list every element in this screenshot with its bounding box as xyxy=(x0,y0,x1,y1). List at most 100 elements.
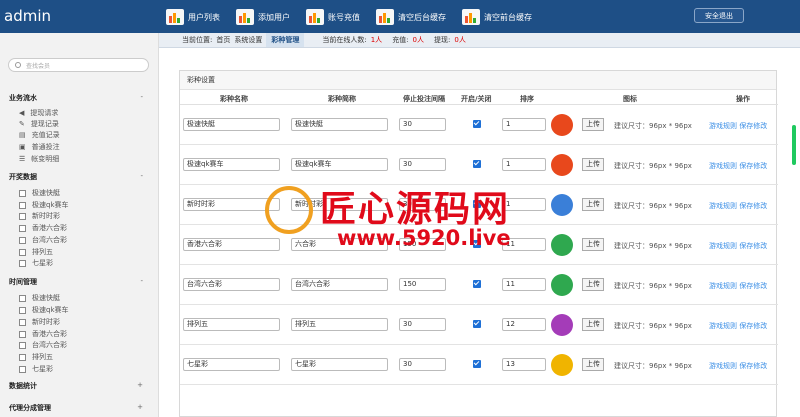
interval-input[interactable]: 150 xyxy=(399,278,446,291)
breadcrumb-home[interactable]: 首页 xyxy=(216,35,230,45)
save-link[interactable]: 保存修改 xyxy=(739,282,767,290)
sidebar-item-time-qk-racing[interactable]: 极速qk赛车 xyxy=(19,305,69,315)
sidebar-item-draw-tw-lhc[interactable]: 台湾六合彩 xyxy=(19,235,67,245)
sidebar-item-withdraw-request[interactable]: ◀ 提现请求 xyxy=(19,108,58,118)
sidebar-item-time-pl5[interactable]: 排列五 xyxy=(19,352,53,362)
name-input[interactable]: 新时时彩 xyxy=(183,198,280,211)
upload-button[interactable]: 上传 xyxy=(582,118,604,131)
upload-button[interactable]: 上传 xyxy=(582,238,604,251)
sidebar-section-draw-data[interactable]: 开奖数据 - xyxy=(9,172,143,182)
sidebar-item-time-qxc[interactable]: 七星彩 xyxy=(19,364,53,374)
grid-icon xyxy=(19,201,26,209)
breadcrumb-parent[interactable]: 系统设置 xyxy=(234,35,262,45)
save-link[interactable]: 保存修改 xyxy=(739,322,767,330)
nav-clear-frontend-cache[interactable]: 清空前台缓存 xyxy=(462,6,532,28)
sort-input[interactable]: 11 xyxy=(502,278,546,291)
size-hint: 建议尺寸：96px * 96px xyxy=(614,282,692,290)
nav-user-list[interactable]: 用户列表 xyxy=(166,6,220,28)
table-header: 彩种名称 彩种简称 停止投注间隔 开启/关闭 排序 图标 操作 xyxy=(180,91,778,105)
enabled-checkbox[interactable] xyxy=(473,240,481,248)
name-input[interactable]: 七星彩 xyxy=(183,358,280,371)
sidebar-item-recharge-records[interactable]: ▤ 充值记录 xyxy=(19,130,60,140)
interval-input[interactable]: 30 xyxy=(399,318,446,331)
nav-clear-backend-cache[interactable]: 清空后台缓存 xyxy=(376,6,446,28)
sidebar-item-draw-pl5[interactable]: 排列五 xyxy=(19,247,53,257)
sidebar-item-draw-qxc[interactable]: 七星彩 xyxy=(19,258,53,268)
logout-button[interactable]: 安全退出 xyxy=(694,8,744,23)
sidebar-item-withdraw-records[interactable]: ✎ 提现记录 xyxy=(19,119,59,129)
sidebar-section-statistics[interactable]: 数据统计 + xyxy=(9,381,143,391)
short-name-input[interactable]: 台湾六合彩 xyxy=(291,278,388,291)
name-input[interactable]: 香港六合彩 xyxy=(183,238,280,251)
enabled-checkbox[interactable] xyxy=(473,160,481,168)
save-link[interactable]: 保存修改 xyxy=(739,242,767,250)
sort-input[interactable]: 1 xyxy=(502,158,546,171)
sidebar-item-time-kuaiting[interactable]: 极速快艇 xyxy=(19,293,60,303)
section-title: 数据统计 xyxy=(9,382,37,390)
sidebar-item-time-tw-lhc[interactable]: 台湾六合彩 xyxy=(19,340,67,350)
save-link[interactable]: 保存修改 xyxy=(739,162,767,170)
breadcrumb-current: 彩种管理 xyxy=(266,33,305,47)
short-name-input[interactable]: 六合彩 xyxy=(291,238,388,251)
sidebar-item-account-changes[interactable]: ☰ 帐变明细 xyxy=(19,154,59,164)
grid-icon xyxy=(19,212,26,220)
game-rules-link[interactable]: 游戏规则 xyxy=(709,122,737,130)
interval-input[interactable]: 30 xyxy=(399,198,446,211)
name-input[interactable]: 排列五 xyxy=(183,318,280,331)
interval-input[interactable]: 150 xyxy=(399,238,446,251)
name-input[interactable]: 极速快艇 xyxy=(183,118,280,131)
game-rules-link[interactable]: 游戏规则 xyxy=(709,362,737,370)
nav-account-recharge[interactable]: 账号充值 xyxy=(306,6,360,28)
save-link[interactable]: 保存修改 xyxy=(739,202,767,210)
sidebar-item-draw-hk-lhc[interactable]: 香港六合彩 xyxy=(19,223,67,233)
enabled-checkbox[interactable] xyxy=(473,320,481,328)
sort-input[interactable]: 1 xyxy=(502,118,546,131)
sort-input[interactable]: 12 xyxy=(502,318,546,331)
game-rules-link[interactable]: 游戏规则 xyxy=(709,162,737,170)
game-rules-link[interactable]: 游戏规则 xyxy=(709,202,737,210)
name-input[interactable]: 台湾六合彩 xyxy=(183,278,280,291)
upload-button[interactable]: 上传 xyxy=(582,158,604,171)
short-name-input[interactable]: 极速快艇 xyxy=(291,118,388,131)
game-rules-link[interactable]: 游戏规则 xyxy=(709,242,737,250)
sidebar-section-business[interactable]: 业务流水 - xyxy=(9,93,143,103)
game-rules-link[interactable]: 游戏规则 xyxy=(709,322,737,330)
sidebar-section-agent-commission[interactable]: 代理分成管理 + xyxy=(9,403,143,413)
upload-button[interactable]: 上传 xyxy=(582,318,604,331)
sidebar-item-draw-kuaiting[interactable]: 极速快艇 xyxy=(19,188,60,198)
sidebar-item-draw-new-ssc[interactable]: 新时时彩 xyxy=(19,211,60,221)
save-link[interactable]: 保存修改 xyxy=(739,122,767,130)
grid-icon xyxy=(19,341,26,349)
sidebar-section-time-management[interactable]: 时间管理 - xyxy=(9,277,143,287)
upload-button[interactable]: 上传 xyxy=(582,358,604,371)
enabled-checkbox[interactable] xyxy=(473,280,481,288)
short-name-input[interactable]: 七星彩 xyxy=(291,358,388,371)
enabled-checkbox[interactable] xyxy=(473,120,481,128)
sort-input[interactable]: 11 xyxy=(502,238,546,251)
sidebar-item-time-hk-lhc[interactable]: 香港六合彩 xyxy=(19,329,67,339)
enabled-checkbox[interactable] xyxy=(473,200,481,208)
interval-input[interactable]: 30 xyxy=(399,118,446,131)
upload-button[interactable]: 上传 xyxy=(582,278,604,291)
short-name-input[interactable]: 新时时彩 xyxy=(291,198,388,211)
sidebar-item-time-new-ssc[interactable]: 新时时彩 xyxy=(19,317,60,327)
sort-input[interactable]: 1 xyxy=(502,198,546,211)
table-row: 新时时彩 新时时彩 30 1 上传 建议尺寸：96px * 96px 游戏规则 保存修改 xyxy=(180,186,778,225)
interval-input[interactable]: 30 xyxy=(399,158,446,171)
sidebar-item-normal-bets[interactable]: ▣ 普通投注 xyxy=(19,142,60,152)
save-link[interactable]: 保存修改 xyxy=(739,362,767,370)
game-rules-link[interactable]: 游戏规则 xyxy=(709,282,737,290)
search-input[interactable]: 查找会员 xyxy=(8,58,149,72)
sidebar-item-draw-qk-racing[interactable]: 极速qk赛车 xyxy=(19,200,69,210)
short-name-input[interactable]: 排列五 xyxy=(291,318,388,331)
short-name-input[interactable]: 极速qk赛车 xyxy=(291,158,388,171)
sort-input[interactable]: 13 xyxy=(502,358,546,371)
size-hint: 建议尺寸：96px * 96px xyxy=(614,122,692,130)
row-actions: 游戏规则 保存修改 xyxy=(709,201,767,211)
upload-button[interactable]: 上传 xyxy=(582,198,604,211)
name-input[interactable]: 极速qk赛车 xyxy=(183,158,280,171)
scrollbar[interactable] xyxy=(792,125,796,165)
nav-add-user[interactable]: 添加用户 xyxy=(236,6,290,28)
interval-input[interactable]: 30 xyxy=(399,358,446,371)
enabled-checkbox[interactable] xyxy=(473,360,481,368)
